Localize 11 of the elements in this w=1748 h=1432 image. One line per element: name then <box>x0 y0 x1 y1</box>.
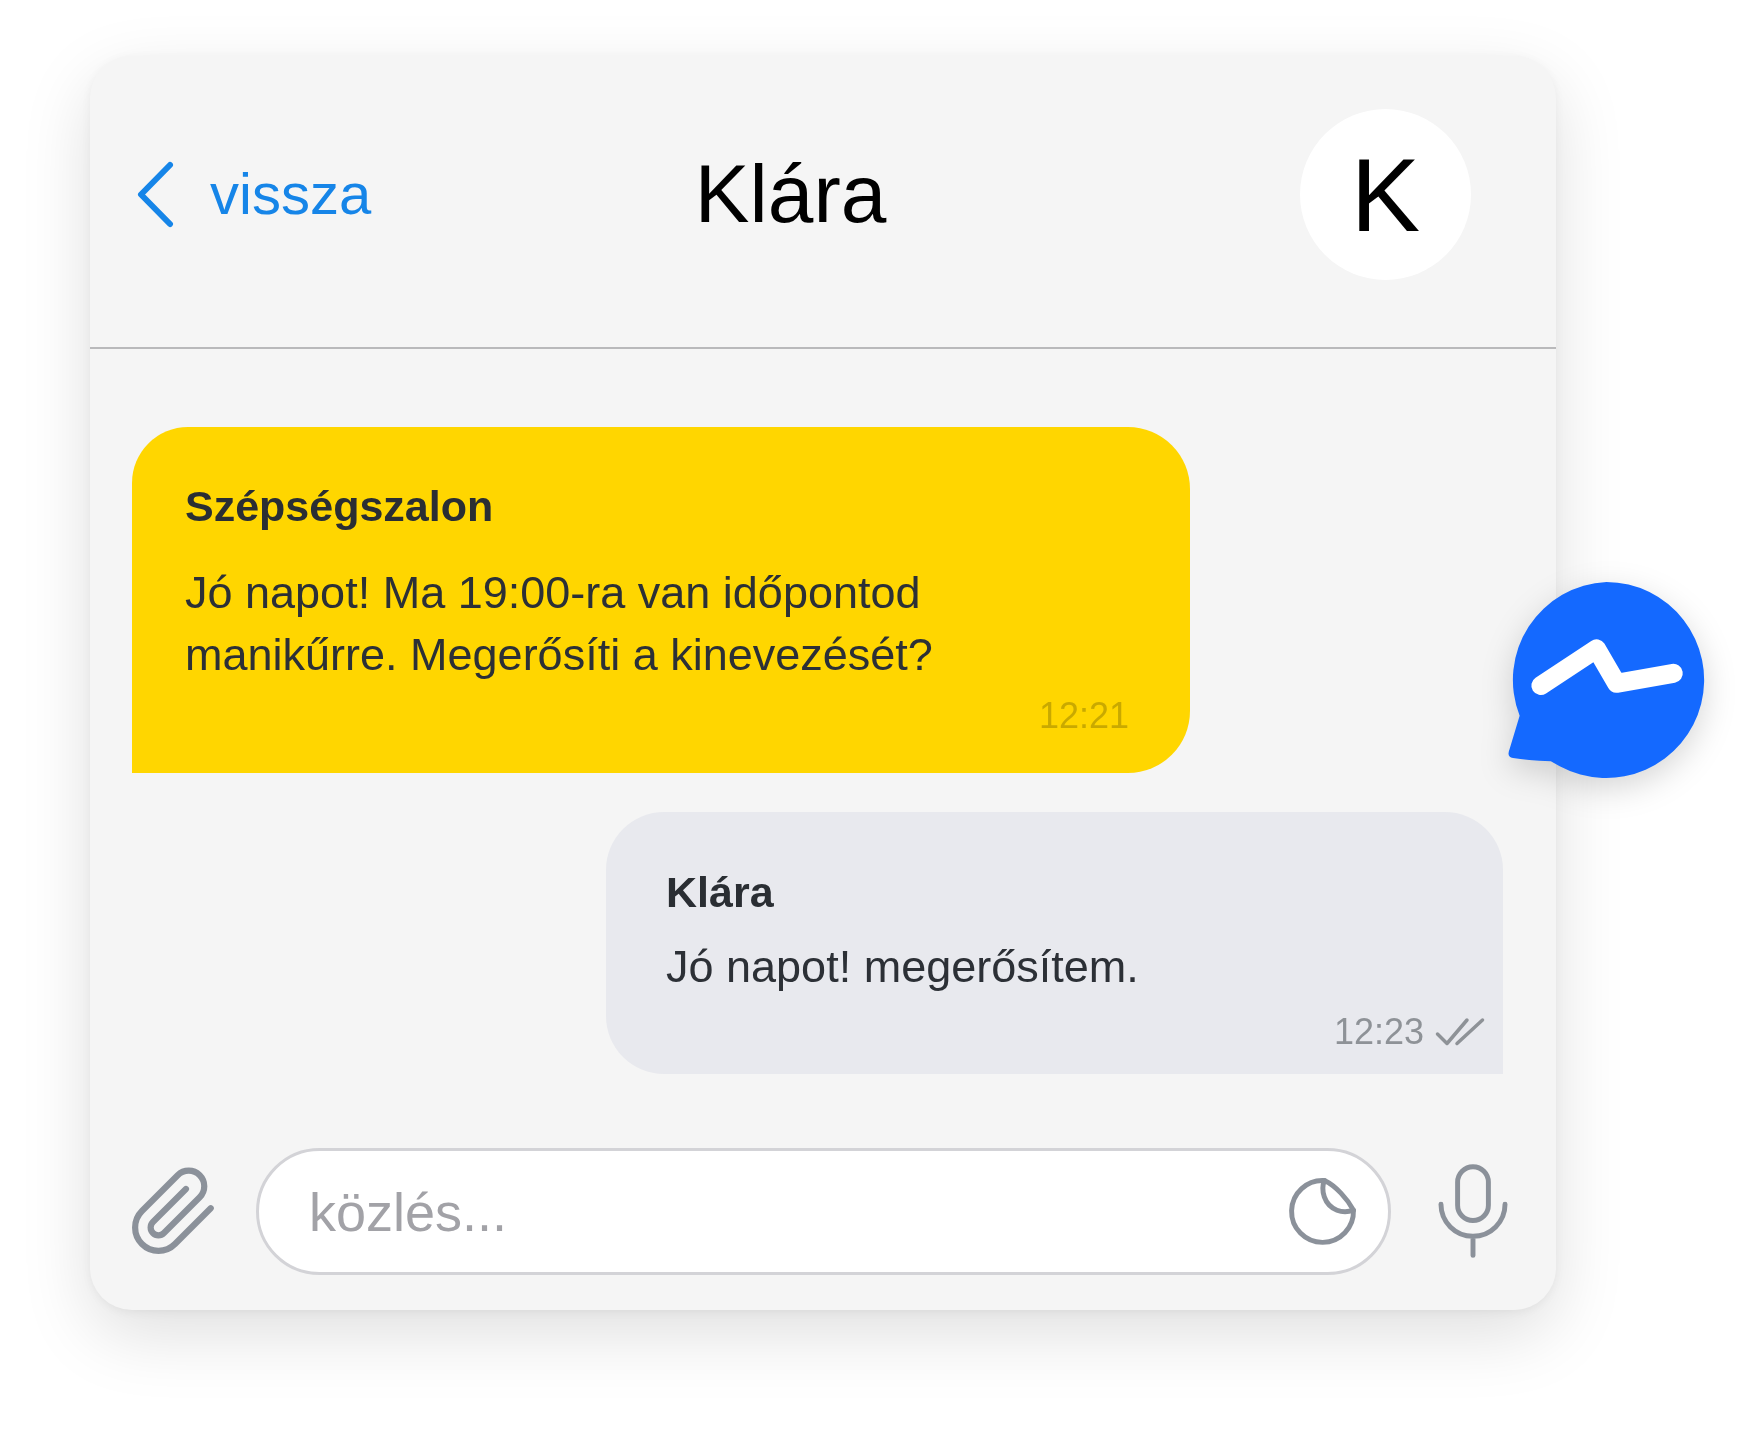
microphone-icon[interactable] <box>1436 1163 1510 1260</box>
chat-title: Klára <box>693 147 888 242</box>
message-text: Jó napot! megerősítem. <box>666 940 1140 994</box>
sender-name: Klára <box>666 867 775 918</box>
back-button[interactable]: vissza <box>136 161 372 228</box>
sender-name: Szépségszalon <box>185 481 495 532</box>
message-time: 12:23 <box>1333 1010 1424 1053</box>
message-input[interactable]: közlés... <box>256 1148 1391 1275</box>
avatar: K <box>1300 109 1471 280</box>
chevron-left-icon <box>136 161 175 228</box>
message-text: Jó napot! Ma 19:00-ra van időpontod manikűrre. Megerősíti a kinevezését? <box>185 566 934 682</box>
